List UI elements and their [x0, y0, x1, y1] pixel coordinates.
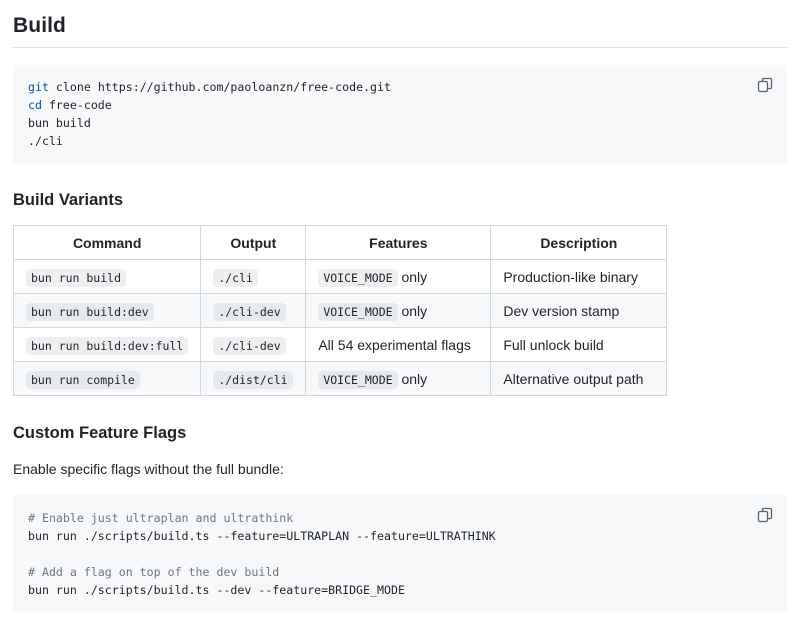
- cell-description: Full unlock build: [490, 327, 668, 362]
- cell-features: VOICE_MODE only: [305, 361, 492, 396]
- code-args: bun build: [28, 116, 91, 130]
- feature-text: only: [397, 302, 428, 319]
- code-args: free-code: [41, 98, 112, 112]
- heading-divider: [13, 47, 787, 48]
- cell-description: Dev version stamp: [490, 293, 668, 328]
- build-code-block: git clone https://github.com/paoloanzn/f…: [13, 65, 787, 164]
- cell-command: bun run compile: [12, 361, 202, 396]
- code-command: cd: [28, 98, 42, 112]
- flags-code-block: # Enable just ultraplan and ultrathink b…: [13, 494, 787, 612]
- copy-button[interactable]: [757, 77, 773, 93]
- cell-features: All 54 experimental flags: [305, 327, 492, 362]
- inline-code: bun run build: [26, 268, 127, 287]
- inline-code: bun run compile: [26, 370, 140, 389]
- copy-button[interactable]: [757, 507, 773, 523]
- code-comment: # Add a flag on top of the dev build: [28, 565, 280, 579]
- inline-code: ./dist/cli: [213, 370, 293, 389]
- copy-icon: [757, 77, 773, 93]
- feature-text: All 54 experimental flags: [318, 336, 471, 353]
- code-line: bun run ./scripts/build.ts --dev --featu…: [28, 583, 405, 597]
- header-features: Features: [305, 225, 492, 260]
- code-line: ./cli: [28, 132, 391, 150]
- code-args: ./cli: [28, 134, 63, 148]
- copy-icon: [757, 507, 773, 523]
- code-args: clone https://github.com/paoloanzn/free-…: [48, 80, 391, 94]
- cell-output: ./dist/cli: [200, 361, 307, 396]
- table-row: bun run build:dev:full ./cli-dev All 54 …: [12, 327, 668, 362]
- build-heading: Build: [13, 14, 66, 37]
- header-description: Description: [490, 225, 668, 260]
- cell-command: bun run build:dev:full: [12, 327, 202, 362]
- cell-description: Production-like binary: [490, 259, 668, 294]
- cell-output: ./cli-dev: [200, 293, 307, 328]
- code-line: bun run ./scripts/build.ts --feature=ULT…: [28, 529, 496, 543]
- table-row: bun run build ./cli VOICE_MODE only Prod…: [12, 259, 668, 294]
- code-command: git: [28, 80, 49, 94]
- inline-code: ./cli-dev: [213, 302, 286, 321]
- cell-output: ./cli-dev: [200, 327, 307, 362]
- custom-feature-flags-heading: Custom Feature Flags: [13, 424, 187, 442]
- cell-output: ./cli: [200, 259, 307, 294]
- table-row: bun run compile ./dist/cli VOICE_MODE on…: [12, 361, 668, 396]
- code-line: bun build: [28, 114, 391, 132]
- flags-description: Enable specific flags without the full b…: [13, 461, 284, 477]
- build-variants-heading: Build Variants: [13, 191, 124, 209]
- inline-code: bun run build:dev:full: [26, 336, 189, 355]
- inline-code: ./cli-dev: [213, 336, 286, 355]
- inline-code: bun run build:dev: [26, 302, 154, 321]
- header-command: Command: [12, 225, 202, 260]
- table-row: bun run build:dev ./cli-dev VOICE_MODE o…: [12, 293, 668, 328]
- feature-text: only: [397, 268, 428, 285]
- inline-code: ./cli: [213, 268, 258, 287]
- cell-command: bun run build:dev: [12, 293, 202, 328]
- cell-command: bun run build: [12, 259, 202, 294]
- cell-description: Alternative output path: [490, 361, 668, 396]
- cell-features: VOICE_MODE only: [305, 293, 492, 328]
- inline-code: VOICE_MODE: [318, 268, 398, 287]
- code-line: cd free-code: [28, 96, 391, 114]
- build-variants-table: Command Output Features Description bun …: [12, 225, 668, 396]
- code-comment: # Enable just ultraplan and ultrathink: [28, 511, 294, 525]
- feature-text: only: [397, 370, 428, 387]
- inline-code: VOICE_MODE: [318, 370, 398, 389]
- inline-code: VOICE_MODE: [318, 302, 398, 321]
- cell-features: VOICE_MODE only: [305, 259, 492, 294]
- code-line: git clone https://github.com/paoloanzn/f…: [28, 78, 391, 96]
- table-header-row: Command Output Features Description: [12, 225, 668, 260]
- header-output: Output: [200, 225, 307, 260]
